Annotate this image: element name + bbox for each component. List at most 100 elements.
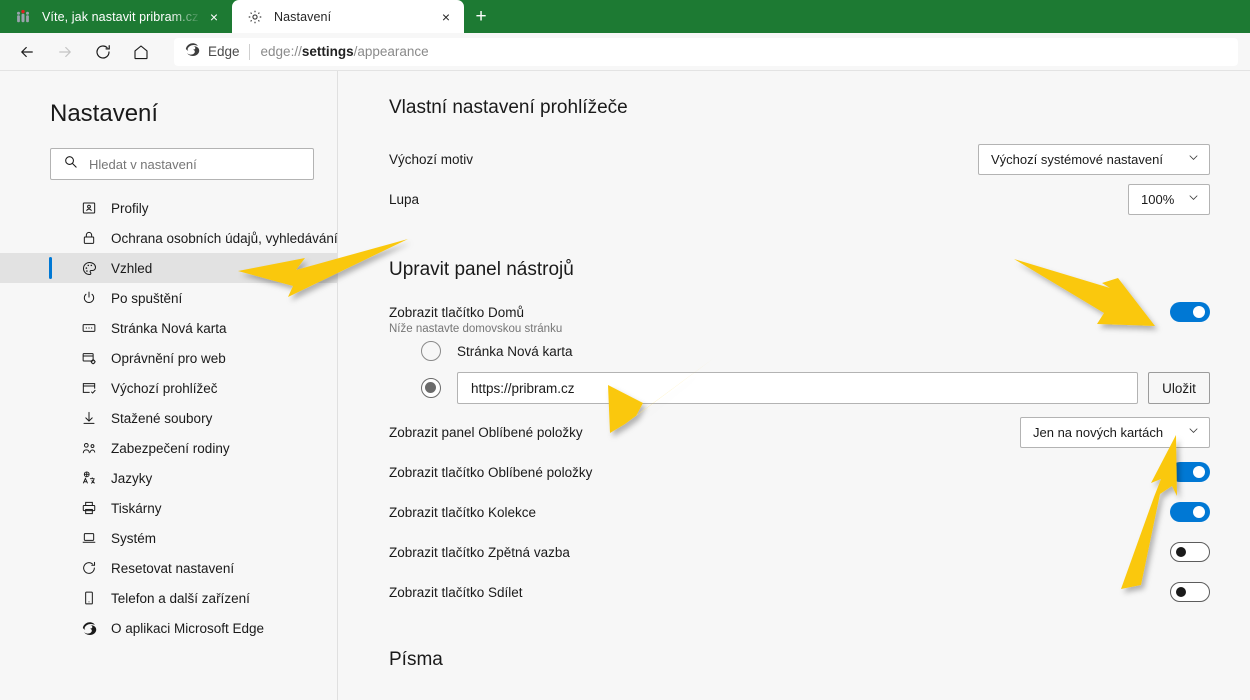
collections-button-label: Zobrazit tlačítko Kolekce <box>389 504 537 520</box>
chevron-down-icon <box>1187 424 1200 440</box>
settings-content: Vlastní nastavení prohlížeče Výchozí mot… <box>338 71 1250 700</box>
settings-nav-list: Profily Ochrana osobních údajů, vyhledáv… <box>0 193 338 643</box>
url-suffix: /appearance <box>353 44 429 59</box>
feedback-button-label: Zobrazit tlačítko Zpětná vazba <box>389 544 570 560</box>
omnibox-divider <box>248 43 250 60</box>
sidebar-item-label: Výchozí prohlížeč <box>111 380 218 396</box>
new-tab-page-icon <box>80 319 98 337</box>
tab-strip: Víte, jak nastavit pribram.cz jako × Nas… <box>0 0 1250 33</box>
home-radio-newtab[interactable] <box>421 341 441 361</box>
people-favicon <box>14 8 32 26</box>
printer-icon <box>80 499 98 517</box>
sidebar-item-label: Vzhled <box>111 260 153 276</box>
feedback-button-toggle[interactable] <box>1170 542 1210 562</box>
download-icon <box>80 409 98 427</box>
site-permissions-icon <box>80 349 98 367</box>
navigation-toolbar: Edge edge://settings/appearance <box>0 33 1250 71</box>
sidebar-item-opravneni[interactable]: Oprávnění pro web <box>0 343 338 373</box>
sidebar-item-system[interactable]: Systém <box>0 523 338 553</box>
favorites-bar-label: Zobrazit panel Oblíbené položky <box>389 424 583 440</box>
home-url-input[interactable]: https://pribram.cz <box>457 372 1138 404</box>
tab-title: Nastavení <box>274 9 332 24</box>
toggle-knob <box>1176 547 1186 557</box>
section-heading-toolbar: Upravit panel nástrojů <box>389 259 574 280</box>
save-button[interactable]: Uložit <box>1148 372 1210 404</box>
zoom-label: Lupa <box>389 191 420 207</box>
sidebar-item-vychozi-prohlizec[interactable]: Výchozí prohlížeč <box>0 373 338 403</box>
favorites-bar-value: Jen na nových kartách <box>1033 424 1164 440</box>
home-radio-newtab-label: Stránka Nová karta <box>457 343 573 359</box>
sidebar-item-stazene[interactable]: Stažené soubory <box>0 403 338 433</box>
sidebar-item-telefon[interactable]: Telefon a další zařízení <box>0 583 338 613</box>
reset-icon <box>80 559 98 577</box>
omnibox-brand: Edge <box>208 44 240 59</box>
back-button[interactable] <box>12 37 42 67</box>
sidebar-item-label: Resetovat nastavení <box>111 560 235 576</box>
default-theme-dropdown[interactable]: Výchozí systémové nastavení <box>978 143 1210 175</box>
favorites-bar-dropdown[interactable]: Jen na nových kartách <box>1020 416 1210 448</box>
share-button-label: Zobrazit tlačítko Sdílet <box>389 584 523 600</box>
palette-icon <box>80 259 98 277</box>
home-radio-newtab-row[interactable]: Stránka Nová karta <box>389 341 1210 361</box>
search-input[interactable]: Hledat v nastavení <box>50 148 314 180</box>
default-browser-icon <box>80 379 98 397</box>
sidebar-item-jazyky[interactable]: Jazyky <box>0 463 338 493</box>
sidebar-item-label: Oprávnění pro web <box>111 350 226 366</box>
row-feedback-button: Zobrazit tlačítko Zpětná vazba <box>389 532 1210 572</box>
close-icon[interactable]: × <box>434 5 458 29</box>
chevron-down-icon <box>1187 151 1200 167</box>
lock-icon <box>80 229 98 247</box>
address-bar[interactable]: Edge edge://settings/appearance <box>174 37 1238 66</box>
sidebar-item-label: Jazyky <box>111 470 153 486</box>
collections-button-toggle[interactable] <box>1170 502 1210 522</box>
sidebar-item-label: Stažené soubory <box>111 410 213 426</box>
close-icon[interactable]: × <box>202 5 226 29</box>
sidebar-item-o-aplikaci[interactable]: O aplikaci Microsoft Edge <box>0 613 338 643</box>
family-icon <box>80 439 98 457</box>
profile-card-icon <box>80 199 98 217</box>
favorites-button-label: Zobrazit tlačítko Oblíbené položky <box>389 464 593 480</box>
sidebar-item-label: Po spuštění <box>111 290 183 306</box>
sidebar-item-po-spusteni[interactable]: Po spuštění <box>0 283 338 313</box>
sidebar-item-label: O aplikaci Microsoft Edge <box>111 620 265 636</box>
sidebar-item-resetovat[interactable]: Resetovat nastavení <box>0 553 338 583</box>
home-page-hint: Níže nastavte domovskou stránku <box>389 323 563 335</box>
row-zoom: Lupa 100% <box>389 179 1210 219</box>
tab-nastaveni[interactable]: Nastavení × <box>232 0 464 33</box>
sidebar-item-nova-karta[interactable]: Stránka Nová karta <box>0 313 338 343</box>
home-button[interactable] <box>126 37 156 67</box>
sidebar-item-zabezpeceni-rodiny[interactable]: Zabezpečení rodiny <box>0 433 338 463</box>
edge-logo-icon <box>184 41 201 63</box>
row-collections-button: Zobrazit tlačítko Kolekce <box>389 492 1210 532</box>
zoom-value: 100% <box>1141 191 1175 207</box>
sidebar-item-vzhled[interactable]: Vzhled <box>0 253 338 283</box>
new-tab-button[interactable]: + <box>464 0 498 33</box>
share-button-toggle[interactable] <box>1170 582 1210 602</box>
toggle-knob <box>1176 587 1186 597</box>
settings-page: Nastavení Hledat v nastavení Profily Och… <box>0 71 1250 700</box>
sidebar-item-profily[interactable]: Profily <box>0 193 338 223</box>
page-title: Nastavení <box>50 100 159 127</box>
row-default-theme: Výchozí motiv Výchozí systémové nastaven… <box>389 139 1210 179</box>
sidebar-item-tiskarny[interactable]: Tiskárny <box>0 493 338 523</box>
toggle-knob <box>1193 506 1205 518</box>
home-radio-url[interactable] <box>421 378 441 398</box>
favorites-button-toggle[interactable] <box>1170 462 1210 482</box>
url-prefix: edge:// <box>260 44 302 59</box>
section-heading-fonts: Písma <box>389 649 443 670</box>
sidebar-item-ochrana[interactable]: Ochrana osobních údajů, vyhledávání <box>0 223 338 253</box>
omnibox-url: edge://settings/appearance <box>261 44 429 59</box>
sidebar-item-label: Stránka Nová karta <box>111 320 227 336</box>
toggle-knob <box>1193 466 1205 478</box>
power-icon <box>80 289 98 307</box>
tab-pribram[interactable]: Víte, jak nastavit pribram.cz jako × <box>0 0 232 33</box>
refresh-button[interactable] <box>88 37 118 67</box>
default-theme-label: Výchozí motiv <box>389 151 474 167</box>
zoom-dropdown[interactable]: 100% <box>1128 183 1210 215</box>
forward-button[interactable] <box>50 37 80 67</box>
row-favorites-bar: Zobrazit panel Oblíbené položky Jen na n… <box>389 412 1210 452</box>
sidebar-item-label: Tiskárny <box>111 500 162 516</box>
row-share-button: Zobrazit tlačítko Sdílet <box>389 572 1210 612</box>
home-button-toggle[interactable] <box>1170 302 1210 322</box>
laptop-icon <box>80 529 98 547</box>
